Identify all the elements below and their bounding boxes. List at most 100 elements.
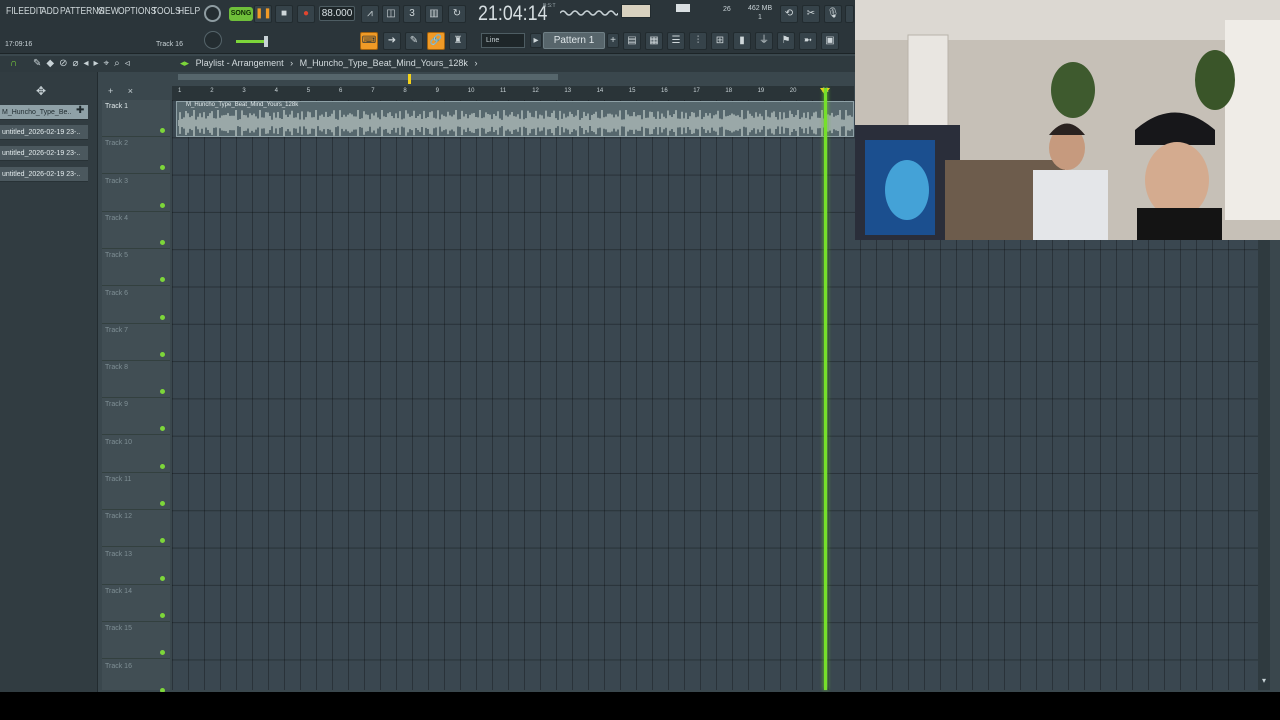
main-pitch-dial[interactable] — [204, 31, 222, 49]
track-row[interactable]: Track 11 — [102, 473, 170, 510]
cut-icon[interactable]: ✂ — [802, 5, 820, 23]
track-mute-led[interactable] — [160, 575, 165, 581]
clip-item[interactable]: M_Huncho_Type_Be.. — [0, 105, 88, 120]
track-row[interactable]: Track 2 — [102, 137, 170, 175]
track-mute-led[interactable] — [160, 650, 165, 656]
playlist-icon[interactable]: ▤ — [623, 32, 641, 50]
clip-item[interactable]: untitled_2026-02-19 23-.. — [0, 125, 88, 140]
track-name: Track 5 — [105, 252, 129, 260]
track-row[interactable]: Track 15 — [102, 622, 170, 660]
track-row[interactable]: Track 7 — [102, 324, 170, 361]
channel-rack-icon[interactable]: ☰ — [667, 32, 685, 50]
track-row[interactable]: Track 14 — [102, 585, 170, 622]
add-track-icon[interactable]: + — [108, 86, 113, 96]
clip-item[interactable]: untitled_2026-02-19 23-.. — [0, 146, 88, 161]
remove-track-icon[interactable]: × — [128, 86, 133, 96]
track-mute-led[interactable] — [160, 277, 165, 283]
pattern-add-icon[interactable]: + — [607, 33, 619, 48]
loop-record-icon[interactable]: ↻ — [448, 5, 466, 23]
track-mute-led[interactable] — [160, 239, 165, 245]
track-mute-led[interactable] — [160, 165, 165, 171]
track-row[interactable]: Track 4 — [102, 212, 170, 249]
mixer-icon[interactable]: ⫶ — [689, 32, 707, 50]
menu-add[interactable]: ADD — [41, 6, 59, 17]
menu-tools[interactable]: TOOLS — [152, 6, 181, 17]
track-name: Track 9 — [105, 401, 129, 409]
menu-help[interactable]: HELP — [178, 6, 200, 17]
play-button[interactable]: ❚❚ — [254, 5, 272, 23]
magnet-icon[interactable]: ∩ — [10, 58, 17, 69]
undo-icon[interactable]: ⟲ — [780, 5, 798, 23]
record-button[interactable]: ● — [297, 5, 315, 23]
pencil-tool-icon[interactable]: ✎ — [405, 32, 423, 50]
stop-button[interactable]: ■ — [275, 5, 293, 23]
track-row[interactable]: Track 5 — [102, 249, 170, 287]
track-mute-led[interactable] — [160, 314, 165, 320]
metronome-tool-icon[interactable]: ♜ — [449, 32, 467, 50]
track-mute-led[interactable] — [160, 389, 165, 395]
track-row[interactable]: Track 16 — [102, 660, 170, 692]
track-name: Track 4 — [105, 214, 129, 222]
track-mute-led[interactable] — [160, 202, 165, 208]
track-row[interactable]: Track 9 — [102, 398, 170, 436]
track-row[interactable]: Track 1 — [102, 100, 170, 137]
track-name: Track 16 — [105, 662, 132, 670]
track-row[interactable]: Track 6 — [102, 287, 170, 324]
track-mute-led[interactable] — [160, 538, 165, 544]
track-row[interactable]: Track 10 — [102, 436, 170, 473]
clip-item[interactable]: untitled_2026-02-19 23-.. — [0, 167, 88, 182]
menu-view[interactable]: VIEW — [97, 6, 119, 17]
microphone-icon[interactable]: 🎙 — [824, 5, 842, 23]
channel-settings-icon[interactable]: ⊞ — [711, 32, 729, 50]
ruler-bar-number: 2 — [210, 88, 214, 94]
pattern-prev-icon[interactable]: ▸ — [530, 33, 542, 48]
master-pitch-knob[interactable] — [204, 5, 221, 22]
track-name: Track 15 — [105, 625, 132, 633]
snap-arrow-icon[interactable]: ➜ — [383, 32, 401, 50]
scroll-down-icon[interactable]: ▾ — [1258, 676, 1270, 688]
pattern-selector[interactable]: Pattern 1 — [543, 32, 605, 49]
tempo-display[interactable]: 88.000 — [319, 6, 355, 21]
plugin-icon[interactable]: ⏚ — [755, 32, 773, 50]
wand-icon[interactable]: ⚑ — [777, 32, 795, 50]
ruler-bar-number: 11 — [500, 88, 507, 94]
waveform-path — [178, 110, 853, 136]
track-row[interactable]: Track 12 — [102, 510, 170, 548]
link-icon[interactable]: 🔗 — [427, 32, 445, 50]
typing-keyboard-icon[interactable]: ⌨ — [360, 32, 378, 50]
track-row[interactable]: Track 3 — [102, 175, 170, 212]
track-row[interactable]: Track 13 — [102, 548, 170, 585]
song-position-clock[interactable]: 21:04:14 — [478, 2, 547, 26]
menu-options[interactable]: OPTIONS — [118, 6, 156, 17]
ruler-bar-number: 19 — [757, 88, 765, 94]
track-name: Track 2 — [105, 140, 129, 148]
metronome-icon[interactable]: ⩘ — [361, 5, 379, 23]
project-icon[interactable]: ▣ — [821, 32, 839, 50]
timeline-ruler[interactable]: 123456789101112131415161718192021 — [172, 86, 854, 100]
track-mute-led[interactable] — [160, 463, 165, 469]
track-mute-led[interactable] — [160, 351, 165, 357]
song-mode-toggle[interactable]: SONG — [229, 7, 253, 21]
step-edit-icon[interactable]: ▥ — [425, 5, 443, 23]
add-clip-icon[interactable]: ✚ — [76, 105, 84, 116]
master-volume-handle[interactable] — [264, 36, 268, 47]
track-mute-led[interactable] — [160, 128, 165, 133]
horizontal-scrollbar[interactable] — [178, 74, 558, 80]
snap-select[interactable]: Line — [481, 33, 525, 48]
arrow-icon[interactable]: ➼ — [799, 32, 817, 50]
playhead[interactable] — [824, 88, 827, 690]
countdown-icon[interactable]: 3 — [403, 5, 421, 23]
picker-move-icon[interactable]: ✥ — [36, 84, 46, 98]
piano-roll-icon[interactable]: ▦ — [645, 32, 663, 50]
track-mute-led[interactable] — [160, 501, 165, 506]
browser-icon[interactable]: ▮ — [733, 32, 751, 50]
track-mute-led[interactable] — [160, 612, 165, 618]
breadcrumb-arrow-icon[interactable]: ◂▸ — [180, 58, 189, 68]
track-row[interactable]: Track 8 — [102, 361, 170, 399]
scroll-marker[interactable] — [408, 74, 411, 84]
wait-input-icon[interactable]: ◫ — [382, 5, 400, 23]
track-name: Track 10 — [105, 438, 132, 446]
menu-file[interactable]: FILE — [6, 6, 24, 17]
chevron-right-icon[interactable] — [845, 5, 854, 23]
track-mute-led[interactable] — [160, 426, 165, 432]
